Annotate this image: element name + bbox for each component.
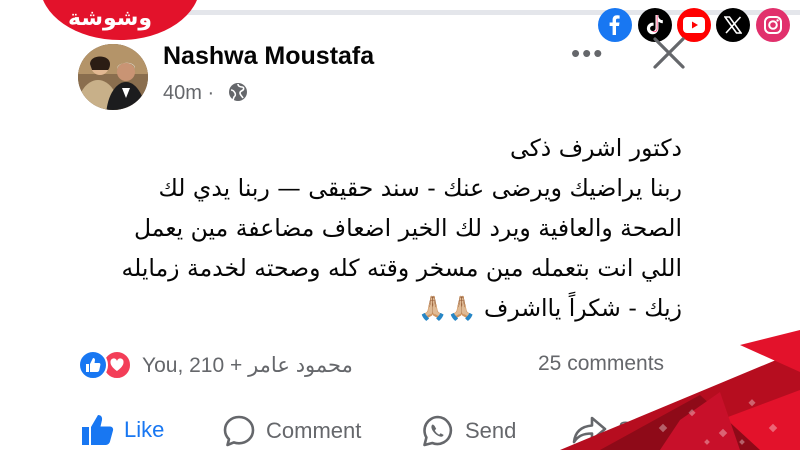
post-line: اللي انت بتعمله مين مسخر وقته كله وصحته … — [121, 254, 683, 282]
globe-icon — [228, 82, 248, 107]
share-button[interactable]: Sh — [572, 414, 645, 446]
brand-logo-text: وشوشة — [68, 6, 153, 31]
facebook-icon[interactable] — [598, 8, 632, 42]
post-line: دكتور اشرف ذكى — [510, 134, 682, 162]
avatar[interactable] — [78, 44, 148, 110]
like-reaction-icon — [78, 350, 108, 380]
comment-label: Comment — [266, 418, 362, 443]
x-icon[interactable] — [716, 8, 750, 42]
comments-count[interactable]: 25 comments — [538, 352, 664, 376]
post-line: زيك - شكراً يااشرف 🙏🏼🙏🏼 — [418, 294, 682, 322]
comment-button[interactable]: Comment — [222, 414, 361, 448]
thumbs-up-icon — [82, 415, 114, 445]
reaction-names[interactable]: You, محمود عامر + 210 — [142, 353, 353, 378]
post-body: دكتور اشرف ذكى ربنا يراضيك ويرضى عنك - س… — [42, 128, 683, 328]
like-label: Like — [124, 417, 165, 442]
separator: · — [207, 82, 215, 104]
share-label: Sh — [618, 417, 645, 442]
send-button[interactable]: Send — [421, 414, 516, 448]
post-line: الصحة والعافية ويرد لك الخير اضعاف مضاعف… — [133, 214, 682, 242]
share-icon — [572, 416, 607, 444]
close-icon[interactable] — [652, 36, 686, 75]
post-line: ربنا يراضيك ويرضى عنك - سند حقيقى — ربنا… — [158, 174, 683, 202]
like-button[interactable]: Like — [80, 414, 164, 446]
more-options-button[interactable]: ••• — [571, 40, 604, 66]
send-label: Send — [465, 418, 517, 443]
timestamp[interactable]: 40m — [163, 82, 202, 104]
comment-icon — [223, 415, 255, 447]
post-time[interactable]: 40m · — [163, 82, 214, 105]
author-name[interactable]: Nashwa Moustafa — [163, 42, 374, 71]
whatsapp-icon — [423, 415, 453, 447]
instagram-icon[interactable] — [756, 8, 790, 42]
reactions-summary[interactable]: You, محمود عامر + 210 — [78, 350, 353, 380]
